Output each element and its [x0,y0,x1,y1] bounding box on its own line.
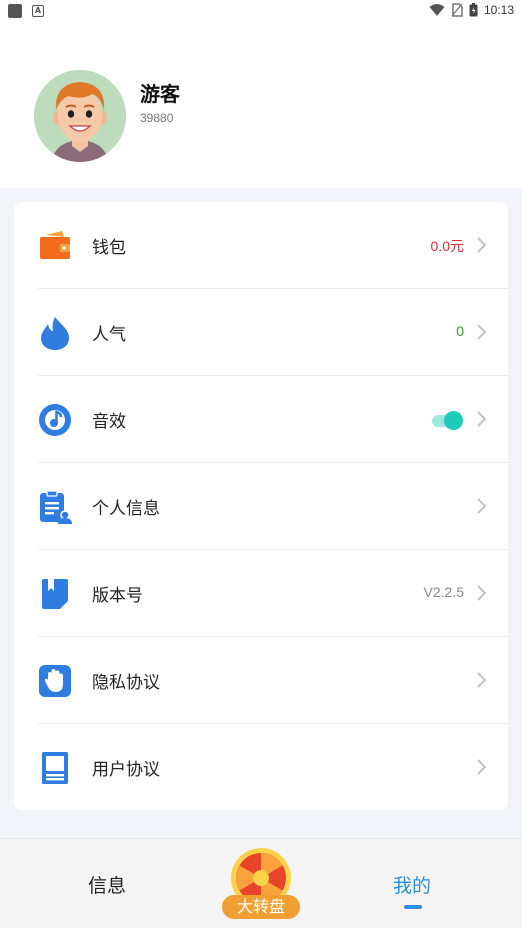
menu-item-sound[interactable]: 音效 [14,376,508,463]
menu-item-label: 人气 [92,325,126,345]
menu-item-label: 隐私协议 [92,673,160,693]
lucky-wheel-button[interactable]: 大转盘 [222,847,300,921]
menu-item-popularity[interactable]: 人气 0 [14,289,508,376]
user-id: 39880 [140,111,174,125]
sound-toggle[interactable] [432,411,463,430]
settings-menu: 钱包 0.0元 人气 0 音效 个人信息 版本号 V2.2.5 隐私协议 用户协… [14,202,508,810]
menu-item-label: 用户协议 [92,760,160,780]
chevron-right-icon [477,672,487,688]
music-note-icon [39,404,71,436]
notification-app-icon [8,4,22,18]
chevron-right-icon [477,585,487,601]
menu-item-privacy-policy[interactable]: 隐私协议 [14,637,508,724]
profile-document-icon [40,490,72,524]
bookmark-book-icon [42,579,68,609]
wallet-icon [40,231,70,259]
menu-item-label: 个人信息 [92,499,160,519]
menu-item-version[interactable]: 版本号 V2.2.5 [14,550,508,637]
chevron-right-icon [477,498,487,514]
tab-mine[interactable]: 我的 [393,871,431,898]
active-tab-indicator [404,905,422,909]
agreement-document-icon [42,752,68,784]
hand-stop-icon [39,665,71,697]
clock: 10:13 [483,3,514,17]
profile-header: 游客 39880 [0,24,522,188]
menu-item-label: 音效 [92,412,126,432]
chevron-right-icon [477,324,487,340]
notification-a-icon: A [32,5,44,17]
menu-item-wallet[interactable]: 钱包 0.0元 [14,202,508,289]
flame-icon [41,317,69,350]
menu-item-label: 版本号 [92,586,143,606]
chevron-right-icon [477,411,487,427]
menu-item-user-agreement[interactable]: 用户协议 [14,724,508,811]
chevron-right-icon [477,237,487,253]
user-name: 游客 [140,82,180,106]
lucky-wheel-label: 大转盘 [222,895,300,919]
status-bar: A 10:13 [0,0,522,24]
menu-item-personal-info[interactable]: 个人信息 [14,463,508,550]
avatar[interactable] [34,70,126,162]
battery-icon [469,3,478,17]
popularity-value: 0 [456,323,464,339]
system-status: 10:13 [429,3,514,17]
wallet-balance: 0.0元 [430,238,464,254]
toggle-knob [444,411,463,430]
wifi-icon [429,4,445,16]
no-sim-icon [451,3,463,17]
avatar-illustration [34,70,126,162]
tab-info[interactable]: 信息 [88,871,126,898]
notification-icons: A [8,4,44,18]
bottom-tab-bar: 信息 大转盘 我的 [0,838,522,928]
version-value: V2.2.5 [423,584,464,600]
chevron-right-icon [477,759,487,775]
menu-item-label: 钱包 [92,238,126,258]
